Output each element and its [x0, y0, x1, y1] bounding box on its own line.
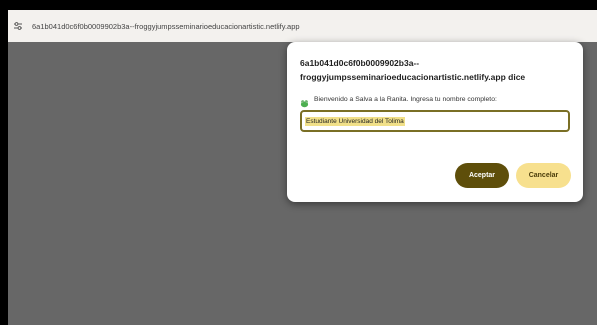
prompt-message: Bienvenido a Salva a la Ranita. Ingresa … — [300, 95, 497, 108]
frog-icon — [300, 95, 309, 108]
dialog-title-domain: froggyjumpsseminarioeducacionartistic.ne… — [300, 72, 526, 82]
site-settings-icon[interactable] — [12, 20, 24, 32]
accept-button[interactable]: Aceptar — [455, 163, 509, 188]
address-bar[interactable]: 6a1b041d0c6f0b0009902b3a--froggyjumpssem… — [8, 10, 597, 42]
cancel-button[interactable]: Cancelar — [516, 163, 571, 188]
prompt-dialog: 6a1b041d0c6f0b0009902b3a-- froggyjumpsse… — [287, 42, 583, 202]
name-input[interactable]: Estudiante Universidad del Tolima — [300, 110, 570, 132]
prompt-text: Bienvenido a Salva a la Ranita. Ingresa … — [314, 96, 497, 103]
name-input-value[interactable]: Estudiante Universidad del Tolima — [305, 116, 405, 126]
dialog-title: 6a1b041d0c6f0b0009902b3a-- froggyjumpsse… — [300, 56, 575, 84]
url-text[interactable]: 6a1b041d0c6f0b0009902b3a--froggyjumpssem… — [32, 22, 300, 31]
dialog-title-origin: 6a1b041d0c6f0b0009902b3a-- — [300, 58, 420, 68]
